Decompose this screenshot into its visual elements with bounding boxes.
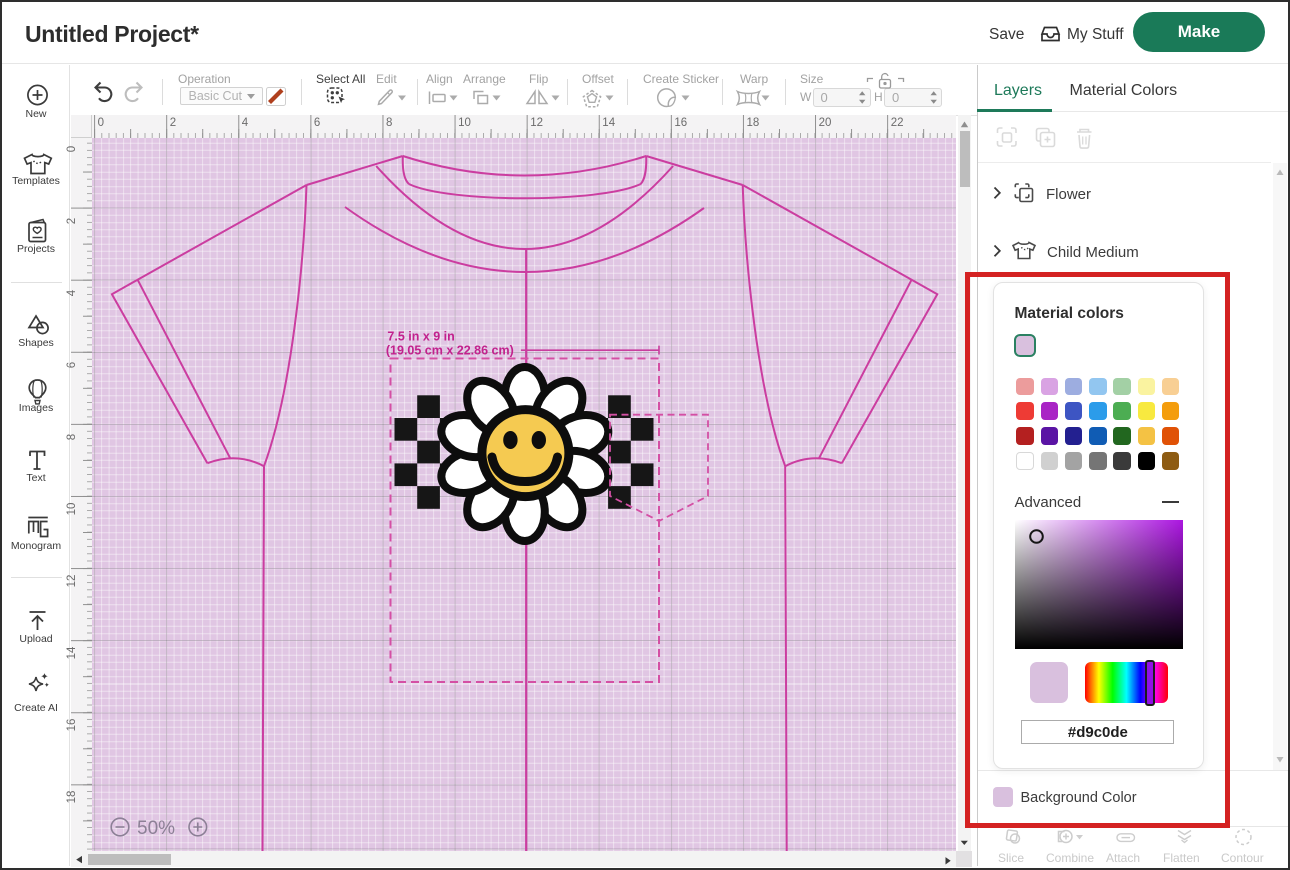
svg-text:50%: 50% bbox=[137, 818, 175, 839]
svg-text:(19.05 cm x 22.86 cm): (19.05 cm x 22.86 cm) bbox=[386, 344, 514, 358]
svg-text:7.5 in x 9 in: 7.5 in x 9 in bbox=[387, 330, 454, 344]
